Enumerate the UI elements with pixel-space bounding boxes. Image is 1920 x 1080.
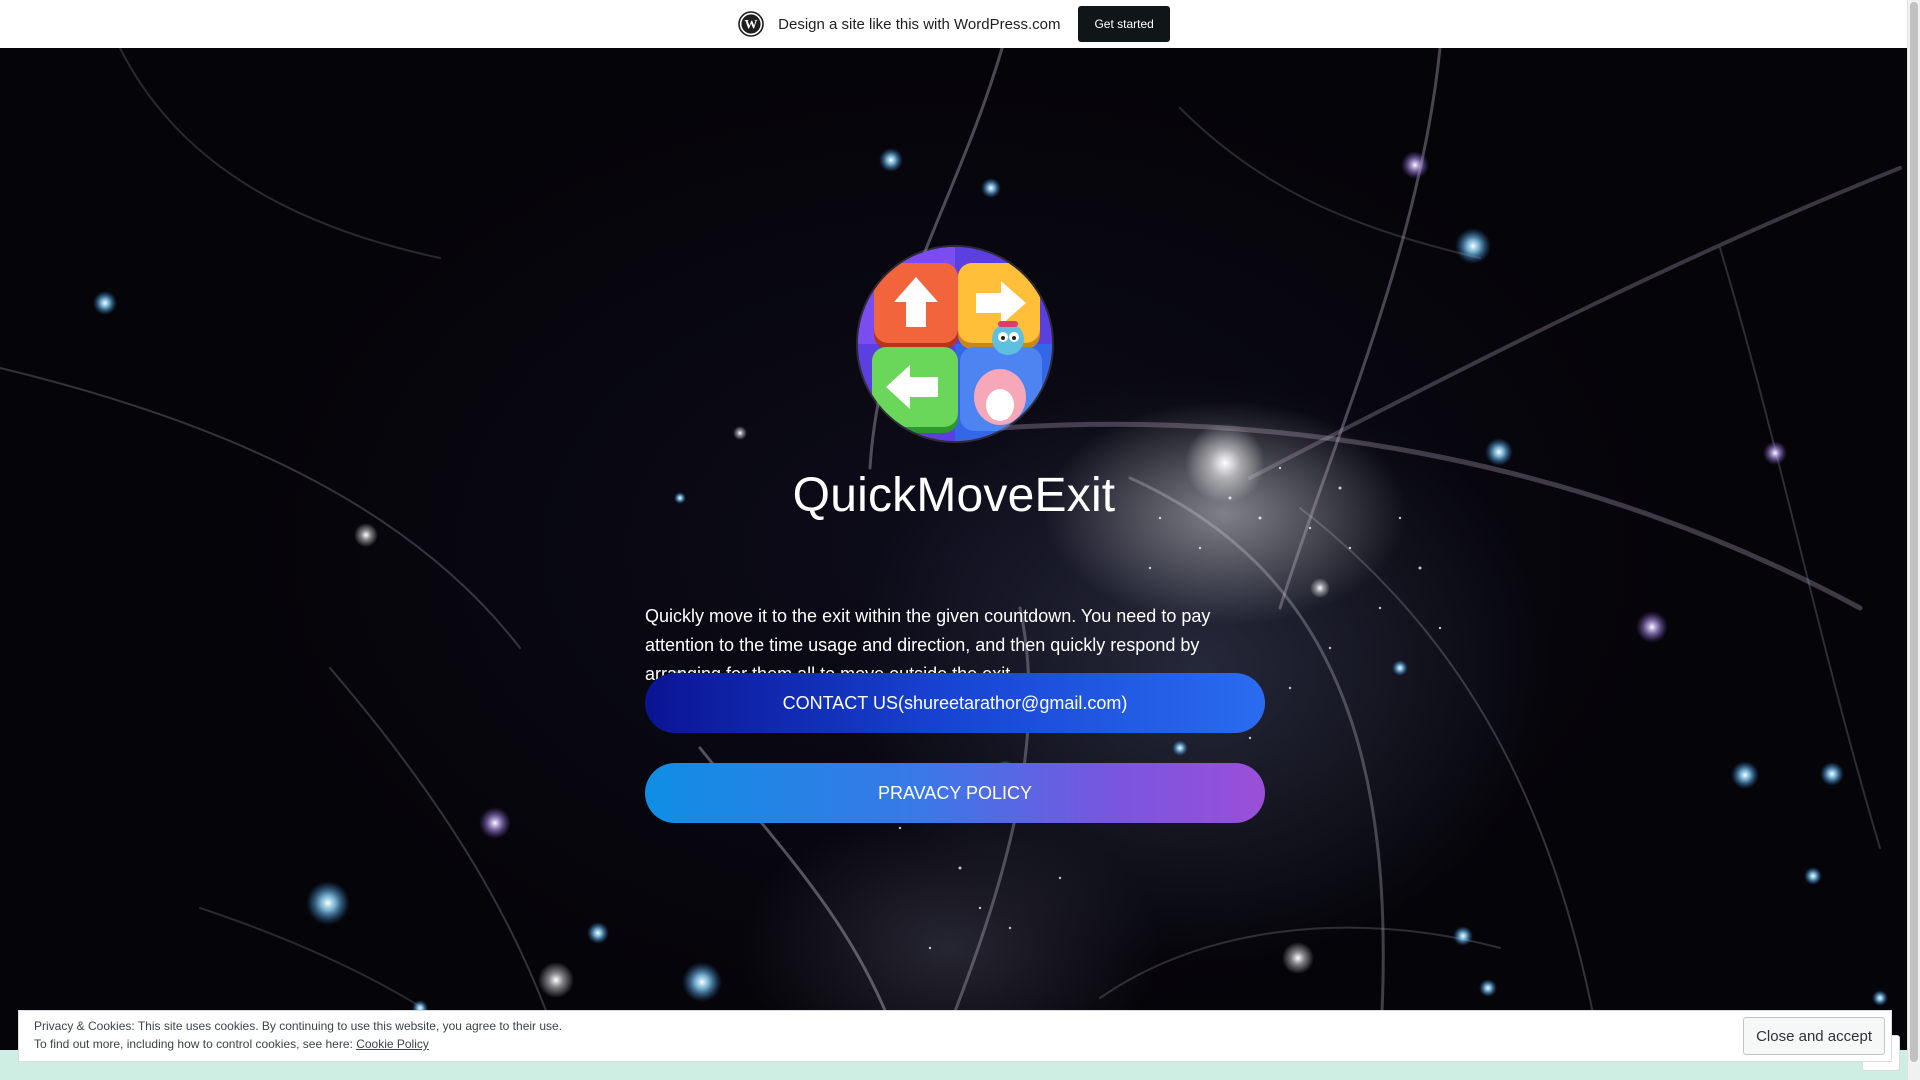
get-started-button[interactable]: Get started xyxy=(1078,6,1170,42)
cookie-policy-link[interactable]: Cookie Policy xyxy=(356,1037,429,1051)
cookie-more-info-line: To find out more, including how to contr… xyxy=(34,1035,562,1053)
wordpress-promo-content: W Design a site like this with WordPress… xyxy=(738,6,1170,42)
wordpress-promo-bar: W Design a site like this with WordPress… xyxy=(0,0,1908,48)
contact-us-button[interactable]: CONTACT US(shureetarathor@gmail.com) xyxy=(645,673,1265,733)
close-and-accept-button[interactable]: Close and accept xyxy=(1743,1017,1885,1055)
cookie-text: Privacy & Cookies: This site uses cookie… xyxy=(34,1017,562,1053)
quickmoveexit-app-icon[interactable] xyxy=(858,247,1052,441)
scrollbar-thumb[interactable] xyxy=(1910,2,1918,1062)
svg-text:W: W xyxy=(745,17,758,32)
wordpress-logo-icon[interactable]: W xyxy=(738,11,764,37)
cookie-notice-line: Privacy & Cookies: This site uses cookie… xyxy=(34,1019,563,1033)
page-scrollbar[interactable] xyxy=(1907,0,1920,1080)
cookie-banner: Privacy & Cookies: This site uses cookie… xyxy=(18,1010,1892,1062)
wordpress-promo-text: Design a site like this with WordPress.c… xyxy=(778,15,1061,33)
cookie-more-info-text: To find out more, including how to contr… xyxy=(34,1037,357,1051)
site-title[interactable]: QuickMoveExit xyxy=(0,468,1908,523)
privacy-policy-button[interactable]: PRAVACY POLICY xyxy=(645,763,1265,823)
hero-content: QuickMoveExit Quickly move it to the exi… xyxy=(0,48,1908,1050)
hero-section: QuickMoveExit Quickly move it to the exi… xyxy=(0,48,1908,1050)
